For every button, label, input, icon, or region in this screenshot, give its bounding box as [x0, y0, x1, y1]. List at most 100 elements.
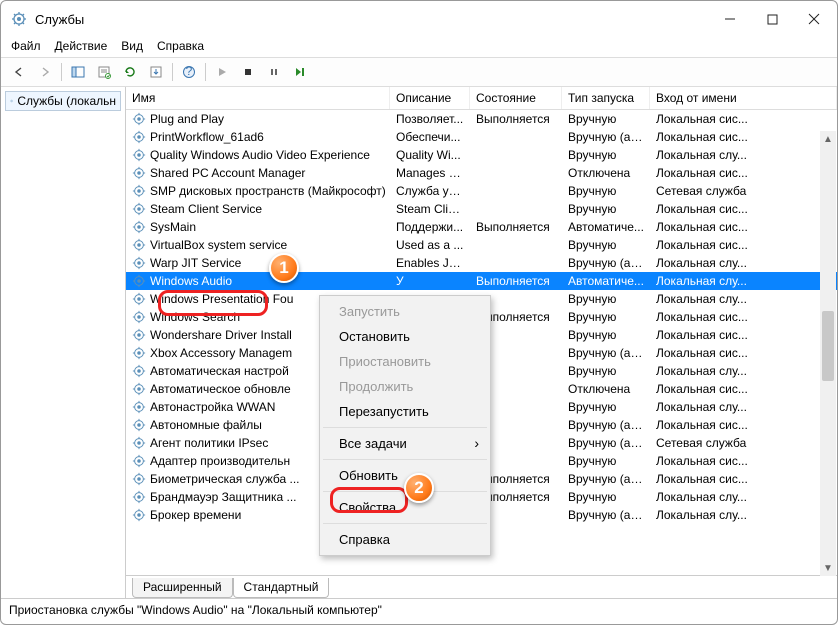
service-start: Вручную: [562, 310, 650, 324]
menu-action[interactable]: Действие: [55, 39, 108, 53]
service-row[interactable]: SMP дисковых пространств (Майкрософт)Слу…: [126, 182, 837, 200]
service-logon: Локальная сис...: [650, 382, 837, 396]
service-logon: Локальная сис...: [650, 166, 837, 180]
service-logon: Локальная сис...: [650, 238, 837, 252]
gear-icon: [132, 310, 146, 324]
service-logon: Локальная сис...: [650, 310, 837, 324]
gear-icon: [132, 328, 146, 342]
context-item[interactable]: Остановить: [321, 324, 489, 349]
scrollbar-vertical[interactable]: ▲ ▼: [820, 131, 836, 576]
service-row[interactable]: Quality Windows Audio Video ExperienceQu…: [126, 146, 837, 164]
service-logon: Локальная слу...: [650, 256, 837, 270]
stop-button[interactable]: [236, 61, 260, 83]
service-logon: Локальная слу...: [650, 508, 837, 522]
gear-icon: [132, 400, 146, 414]
service-start: Вручную: [562, 148, 650, 162]
service-name: SysMain: [150, 220, 196, 234]
service-start: Вручную: [562, 490, 650, 504]
gear-icon: [132, 112, 146, 126]
menu-file[interactable]: Файл: [11, 39, 41, 53]
context-item[interactable]: Перезапустить: [321, 399, 489, 424]
scroll-down[interactable]: ▼: [820, 560, 836, 576]
status-text: Приостановка службы "Windows Audio" на "…: [9, 603, 382, 617]
service-logon: Локальная слу...: [650, 274, 837, 288]
service-row[interactable]: Plug and PlayПозволяет...ВыполняетсяВруч…: [126, 110, 837, 128]
service-logon: Локальная сис...: [650, 328, 837, 342]
gear-icon: [132, 436, 146, 450]
context-item[interactable]: Свойства: [321, 495, 489, 520]
back-button[interactable]: [7, 61, 31, 83]
gear-icon: [10, 94, 13, 108]
context-item[interactable]: Справка: [321, 527, 489, 552]
service-start: Вручную: [562, 328, 650, 342]
service-name: Адаптер производительн: [150, 454, 290, 468]
service-desc: Manages p...: [390, 166, 470, 180]
tab-standard[interactable]: Стандартный: [233, 578, 330, 598]
service-start: Автоматиче...: [562, 220, 650, 234]
service-row[interactable]: Steam Client ServiceSteam Clie...Вручную…: [126, 200, 837, 218]
service-name: Автономные файлы: [150, 418, 262, 432]
service-start: Вручную (ак...: [562, 436, 650, 450]
service-name: Xbox Accessory Managem: [150, 346, 292, 360]
col-start[interactable]: Тип запуска: [562, 87, 650, 109]
gear-icon: [132, 364, 146, 378]
service-start: Вручную (ак...: [562, 508, 650, 522]
restart-button[interactable]: [288, 61, 312, 83]
service-logon: Локальная слу...: [650, 364, 837, 378]
service-row[interactable]: Windows AudioУВыполняетсяАвтоматиче...Ло…: [126, 272, 837, 290]
service-start: Вручную (ак...: [562, 256, 650, 270]
export-button[interactable]: [144, 61, 168, 83]
service-logon: Сетевая служба: [650, 184, 837, 198]
menu-help[interactable]: Справка: [157, 39, 204, 53]
forward-button[interactable]: [33, 61, 57, 83]
service-row[interactable]: SysMainПоддержи...ВыполняетсяАвтоматиче.…: [126, 218, 837, 236]
service-start: Вручную (ак...: [562, 130, 650, 144]
service-name: Wondershare Driver Install: [150, 328, 292, 342]
start-button[interactable]: [210, 61, 234, 83]
service-logon: Локальная сис...: [650, 112, 837, 126]
service-row[interactable]: VirtualBox system serviceUsed as a ...Вр…: [126, 236, 837, 254]
gear-icon: [132, 418, 146, 432]
close-button[interactable]: [793, 4, 835, 34]
scroll-thumb[interactable]: [822, 311, 834, 381]
service-desc: Поддержи...: [390, 220, 470, 234]
gear-icon: [132, 130, 146, 144]
service-name: Plug and Play: [150, 112, 224, 126]
help-button[interactable]: ?: [177, 61, 201, 83]
col-name[interactable]: Имя: [126, 87, 390, 109]
scroll-up[interactable]: ▲: [820, 131, 836, 147]
tab-extended[interactable]: Расширенный: [132, 578, 233, 598]
maximize-button[interactable]: [751, 4, 793, 34]
col-state[interactable]: Состояние: [470, 87, 562, 109]
context-item[interactable]: Все задачи: [321, 431, 489, 456]
pause-button[interactable]: [262, 61, 286, 83]
context-item: Приостановить: [321, 349, 489, 374]
sidebar-item-label: Службы (локальн: [17, 94, 116, 108]
refresh-button[interactable]: [118, 61, 142, 83]
properties-button[interactable]: [92, 61, 116, 83]
service-start: Вручную: [562, 292, 650, 306]
service-row[interactable]: Shared PC Account ManagerManages p...Отк…: [126, 164, 837, 182]
service-state: Выполняется: [470, 274, 562, 288]
service-name: Брокер времени: [150, 508, 241, 522]
gear-icon: [132, 238, 146, 252]
minimize-button[interactable]: [709, 4, 751, 34]
gear-icon: [132, 220, 146, 234]
service-name: Steam Client Service: [150, 202, 262, 216]
gear-icon: [132, 166, 146, 180]
col-desc[interactable]: Описание: [390, 87, 470, 109]
tabs: Расширенный Стандартный: [126, 575, 837, 598]
service-desc: Обеспечи...: [390, 130, 470, 144]
service-start: Вручную: [562, 238, 650, 252]
service-logon: Локальная слу...: [650, 148, 837, 162]
service-desc: Enables JIT ...: [390, 256, 470, 270]
service-row[interactable]: PrintWorkflow_61ad6 Обеспечи... Вручную (а…: [126, 128, 837, 146]
col-logon[interactable]: Вход от имени: [650, 87, 837, 109]
service-name: PrintWorkflow_61ad6: [150, 130, 264, 144]
menu-view[interactable]: Вид: [121, 39, 143, 53]
service-row[interactable]: Warp JIT ServiceEnables JIT ...Вручную (…: [126, 254, 837, 272]
service-logon: Локальная слу...: [650, 400, 837, 414]
show-hide-button[interactable]: [66, 61, 90, 83]
sidebar-item-services[interactable]: Службы (локальн: [5, 91, 121, 111]
gear-icon: [132, 148, 146, 162]
